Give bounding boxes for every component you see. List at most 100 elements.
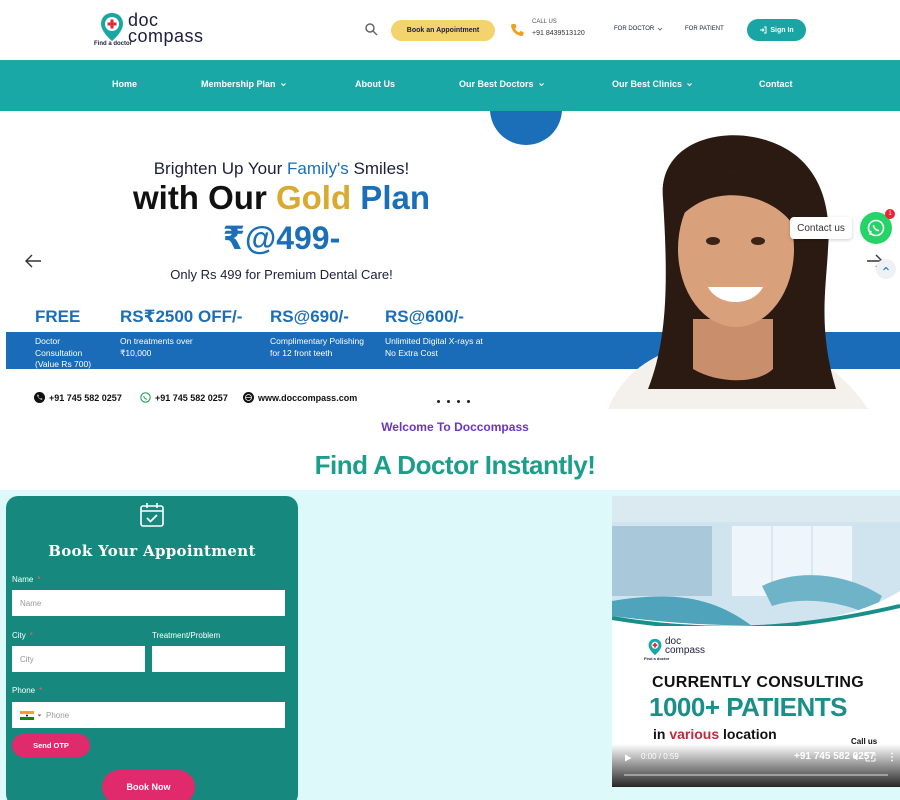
carousel-dot[interactable] — [467, 400, 470, 403]
carousel-dots[interactable] — [437, 400, 470, 403]
nav-about-label: About Us — [355, 79, 395, 89]
location-pin-icon — [648, 638, 662, 656]
offer-title: RS₹2500 OFF/- — [120, 307, 243, 326]
sign-in-button[interactable]: Sign In — [747, 19, 806, 41]
for-doctor-menu[interactable]: FOR DOCTOR — [614, 26, 663, 32]
calendar-check-icon — [140, 503, 164, 527]
india-flag-icon[interactable] — [20, 710, 34, 720]
video-logo-tagline: Find a doctor — [644, 656, 670, 661]
hero-line1-part-a: Brighten Up Your — [153, 159, 287, 178]
send-otp-button[interactable]: Send OTP — [12, 734, 90, 757]
video-controls[interactable]: 0:00 / 0:59 +91 745 582 0257 — [612, 744, 900, 787]
offer-description: Unlimited Digital X-rays at No Extra Cos… — [385, 336, 483, 358]
for-doctor-label: FOR DOCTOR — [614, 26, 655, 32]
required-mark: * — [39, 686, 43, 695]
sign-in-label: Sign In — [770, 26, 794, 34]
welcome-text: Welcome To Doccompass — [381, 420, 529, 434]
logo-wordmark: doc compass — [128, 11, 204, 46]
book-now-button[interactable]: Book Now — [102, 770, 195, 800]
video-line3-part-a: in — [653, 726, 670, 742]
video-logo-compass: compass — [665, 645, 706, 656]
more-options-icon[interactable] — [891, 752, 893, 755]
hero-line2-plan: Plan — [351, 179, 430, 216]
hero-subtitle: Only Rs 499 for Premium Dental Care! — [170, 267, 393, 282]
nav-doctors-label: Our Best Doctors — [459, 79, 534, 89]
chevron-down-icon — [280, 82, 286, 86]
top-header: doc compass Find a doctor Book an Appoin… — [0, 0, 900, 60]
for-patient-link[interactable]: FOR PATIENT — [685, 26, 724, 32]
name-label-text: Name — [12, 575, 34, 584]
nav-membership-plan[interactable]: Membership Plan — [201, 79, 287, 89]
nav-home[interactable]: Home — [112, 79, 137, 89]
video-logo-wordmark: doc compass — [665, 637, 706, 656]
phone-input[interactable]: Phone — [12, 702, 285, 728]
doccompass-logo[interactable]: doc compass Find a doctor — [94, 10, 220, 50]
name-input[interactable]: Name — [12, 590, 285, 616]
volume-icon[interactable] — [853, 753, 858, 761]
nav-best-clinics[interactable]: Our Best Clinics — [612, 79, 693, 89]
fullscreen-icon[interactable] — [865, 752, 876, 762]
hero-phone-1: +91 745 582 0257 — [34, 392, 122, 403]
caret-down-icon[interactable] — [37, 713, 42, 718]
nav-contact[interactable]: Contact — [759, 79, 793, 89]
sign-in-icon — [760, 26, 767, 34]
video-line3-various: various — [669, 726, 720, 742]
name-label: Name * — [12, 575, 40, 584]
hero-price: ₹@499- — [222, 220, 341, 256]
call-us[interactable]: CALL US +91 8439513120 — [510, 18, 600, 44]
video-line-2: 1000+ PATIENTS — [649, 692, 847, 722]
scroll-up-button[interactable] — [876, 259, 896, 279]
promo-video[interactable]: doc compass Find a doctor CURRENTLY CONS… — [612, 496, 900, 787]
arrow-left-icon[interactable] — [24, 253, 42, 269]
treatment-input[interactable] — [152, 646, 285, 672]
offer-free-consultation: FREE Doctor Consultation (Value Rs 700) — [35, 307, 105, 371]
appointment-form: Book Your Appointment Name * Name City * C… — [6, 496, 298, 800]
video-control-icons[interactable] — [852, 752, 896, 762]
nav-clinics-label: Our Best Clinics — [612, 79, 683, 89]
globe-icon — [243, 392, 254, 403]
dental-clinic-image — [612, 496, 900, 626]
offer-title: RS@690/- — [270, 307, 349, 326]
offer-title: FREE — [35, 307, 81, 326]
offer-xrays: RS@600/- Unlimited Digital X-rays at No … — [385, 307, 485, 359]
form-title: Book Your Appointment — [48, 542, 256, 560]
video-time: 0:00 / 0:59 — [641, 752, 679, 761]
chevron-down-icon — [657, 27, 663, 31]
phone-icon — [511, 24, 524, 36]
whatsapp-icon — [867, 219, 885, 237]
whatsapp-icon — [140, 392, 151, 403]
carousel-dot[interactable] — [437, 400, 440, 403]
contact-us-bubble[interactable]: Contact us — [790, 217, 852, 239]
call-us-label: CALL US — [532, 19, 557, 25]
city-input[interactable]: City — [12, 646, 145, 672]
nav-best-doctors[interactable]: Our Best Doctors — [459, 79, 545, 89]
search-icon[interactable] — [364, 22, 378, 36]
video-line-3: in various location — [653, 726, 777, 742]
carousel-dot[interactable] — [447, 400, 450, 403]
book-appointment-button[interactable]: Book an Appointment — [391, 20, 495, 41]
carousel-dot[interactable] — [457, 400, 460, 403]
offer-polishing: RS@690/- Complimentary Polishing for 12 … — [270, 307, 366, 359]
location-pin-icon — [101, 13, 123, 41]
hero-line1-family: Family's — [286, 159, 349, 178]
offer-description: Doctor Consultation (Value Rs 700) — [35, 336, 92, 369]
offer-title: RS@600/- — [385, 307, 464, 326]
play-icon[interactable] — [624, 754, 632, 762]
video-line3-part-c: location — [719, 726, 777, 742]
phone-label: Phone * — [12, 686, 42, 695]
hero-phone-2-number: +91 745 582 0257 — [155, 392, 228, 403]
find-doctor-heading: Find A Doctor Instantly! — [314, 450, 596, 480]
nav-about-us[interactable]: About Us — [355, 79, 395, 89]
phone-label-text: Phone — [12, 686, 36, 695]
video-progress-bar[interactable] — [624, 774, 888, 776]
notification-badge: 1 — [885, 209, 895, 219]
hero-phone-1-number: +91 745 582 0257 — [49, 392, 122, 403]
decorative-circle — [490, 111, 562, 145]
chevron-up-icon — [883, 266, 889, 271]
hero-line2-part-a: with Our — [132, 179, 276, 216]
logo-line-compass: compass — [128, 26, 204, 46]
chevron-down-icon — [687, 82, 692, 86]
treatment-label: Treatment/Problem — [152, 631, 221, 640]
hero-headline-line2: with Our Gold Plan — [0, 179, 563, 217]
call-us-number: +91 8439513120 — [532, 30, 585, 37]
